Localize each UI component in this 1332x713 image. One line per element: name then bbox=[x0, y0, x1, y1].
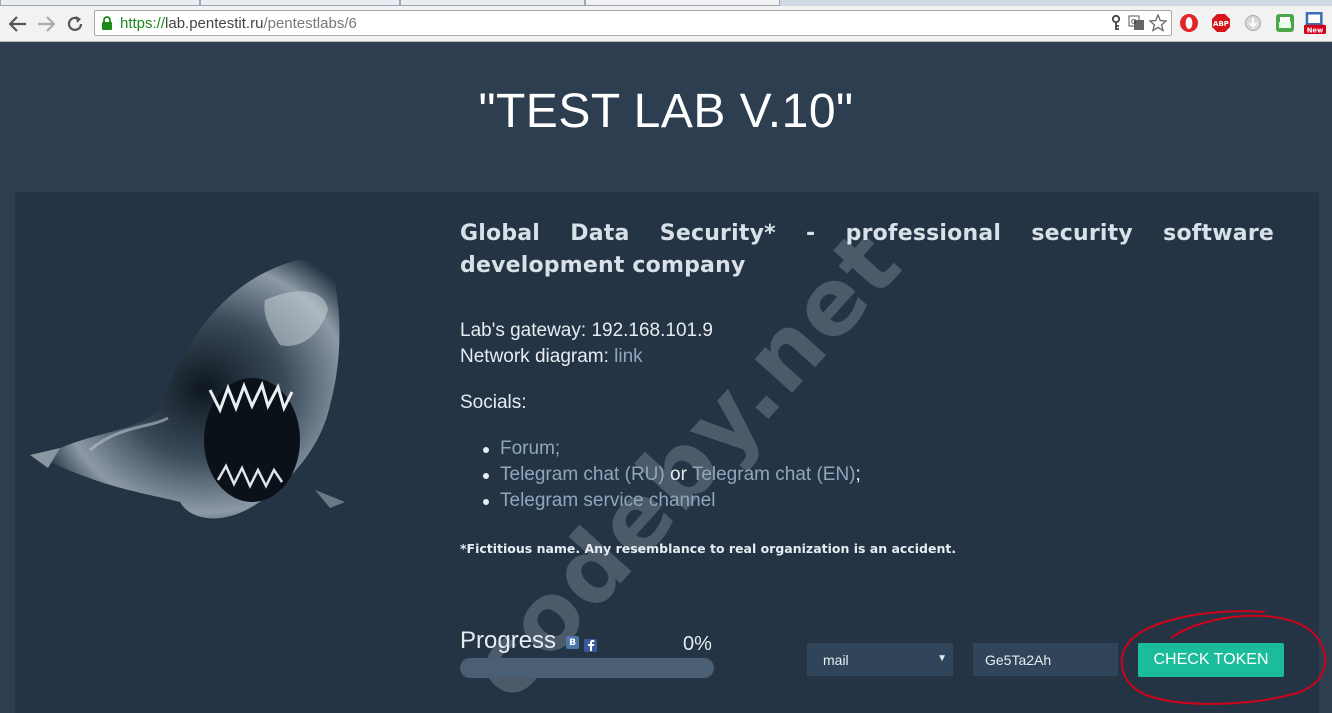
shark-image bbox=[30, 258, 345, 519]
opera-icon[interactable] bbox=[1178, 12, 1200, 34]
gateway-line: Lab's gateway: 192.168.101.9 bbox=[460, 318, 713, 344]
gateway-value: 192.168.101.9 bbox=[591, 320, 713, 341]
download-icon[interactable] bbox=[1242, 12, 1264, 34]
semicolon-text: ; bbox=[855, 464, 861, 485]
print-icon[interactable] bbox=[1274, 12, 1296, 34]
list-item: Forum; bbox=[483, 436, 861, 462]
new-extension-icon[interactable]: New bbox=[1304, 12, 1326, 34]
facebook-share-icon[interactable] bbox=[584, 639, 597, 652]
url-host: lab.pentestit.ru bbox=[165, 15, 264, 32]
back-button[interactable] bbox=[6, 12, 30, 36]
reload-icon bbox=[67, 16, 83, 31]
lock-icon bbox=[102, 16, 112, 30]
url-protocol: https:// bbox=[120, 15, 166, 32]
progress-label: Progress bbox=[460, 627, 557, 654]
or-text: or bbox=[664, 464, 692, 485]
list-item: Telegram service channel bbox=[483, 488, 861, 514]
telegram-en-link[interactable]: Telegram chat (EN) bbox=[692, 464, 856, 485]
select-value: mail bbox=[823, 651, 849, 668]
dropdown-arrow-icon: ▼ bbox=[937, 653, 947, 664]
address-bar[interactable]: https://lab.pentestit.ru/pentestlabs/6 G bbox=[94, 10, 1172, 36]
diagram-label: Network diagram: bbox=[460, 346, 615, 367]
svg-text:New: New bbox=[1307, 26, 1323, 34]
forum-link[interactable]: Forum; bbox=[500, 438, 560, 459]
svg-text:ABP: ABP bbox=[1213, 20, 1229, 28]
telegram-channel-link[interactable]: Telegram service channel bbox=[500, 490, 715, 511]
network-diagram-link[interactable]: link bbox=[614, 346, 643, 367]
vk-share-icon[interactable]: B bbox=[566, 636, 579, 649]
socials-list: Forum; Telegram chat (RU) or Telegram ch… bbox=[483, 436, 861, 514]
red-annotation-circle bbox=[1120, 610, 1327, 705]
telegram-ru-link[interactable]: Telegram chat (RU) bbox=[500, 464, 665, 485]
progress-percent: 0% bbox=[683, 633, 712, 655]
key-icon[interactable] bbox=[1107, 14, 1125, 32]
star-icon[interactable] bbox=[1149, 14, 1167, 32]
back-arrow-icon bbox=[9, 16, 26, 32]
token-input[interactable]: Ge5Ta2Ah bbox=[973, 643, 1118, 676]
url-path: /pentestlabs/6 bbox=[263, 15, 357, 32]
socials-label: Socials: bbox=[460, 392, 527, 413]
translate-icon[interactable]: G bbox=[1127, 14, 1145, 32]
company-heading: Global Data Security* - professional sec… bbox=[460, 221, 1274, 278]
adblock-icon[interactable]: ABP bbox=[1210, 12, 1232, 34]
svg-text:G: G bbox=[1131, 18, 1136, 26]
forward-button[interactable] bbox=[34, 12, 58, 36]
url-text: https://lab.pentestit.ru/pentestlabs/6 bbox=[120, 15, 357, 32]
disclaimer-note: *Fictitious name. Any resemblance to rea… bbox=[460, 541, 957, 556]
browser-toolbar: https://lab.pentestit.ru/pentestlabs/6 G… bbox=[0, 6, 1332, 42]
page-title: "TEST LAB V.10" bbox=[478, 85, 854, 138]
gateway-label: Lab's gateway: bbox=[460, 320, 592, 341]
reload-button[interactable] bbox=[63, 12, 87, 36]
forward-arrow-icon bbox=[38, 16, 55, 32]
diagram-line: Network diagram: link bbox=[460, 344, 643, 370]
token-type-select[interactable]: mail ▼ bbox=[807, 643, 953, 676]
list-item: Telegram chat (RU) or Telegram chat (EN)… bbox=[483, 462, 861, 488]
progress-bar bbox=[460, 658, 714, 678]
